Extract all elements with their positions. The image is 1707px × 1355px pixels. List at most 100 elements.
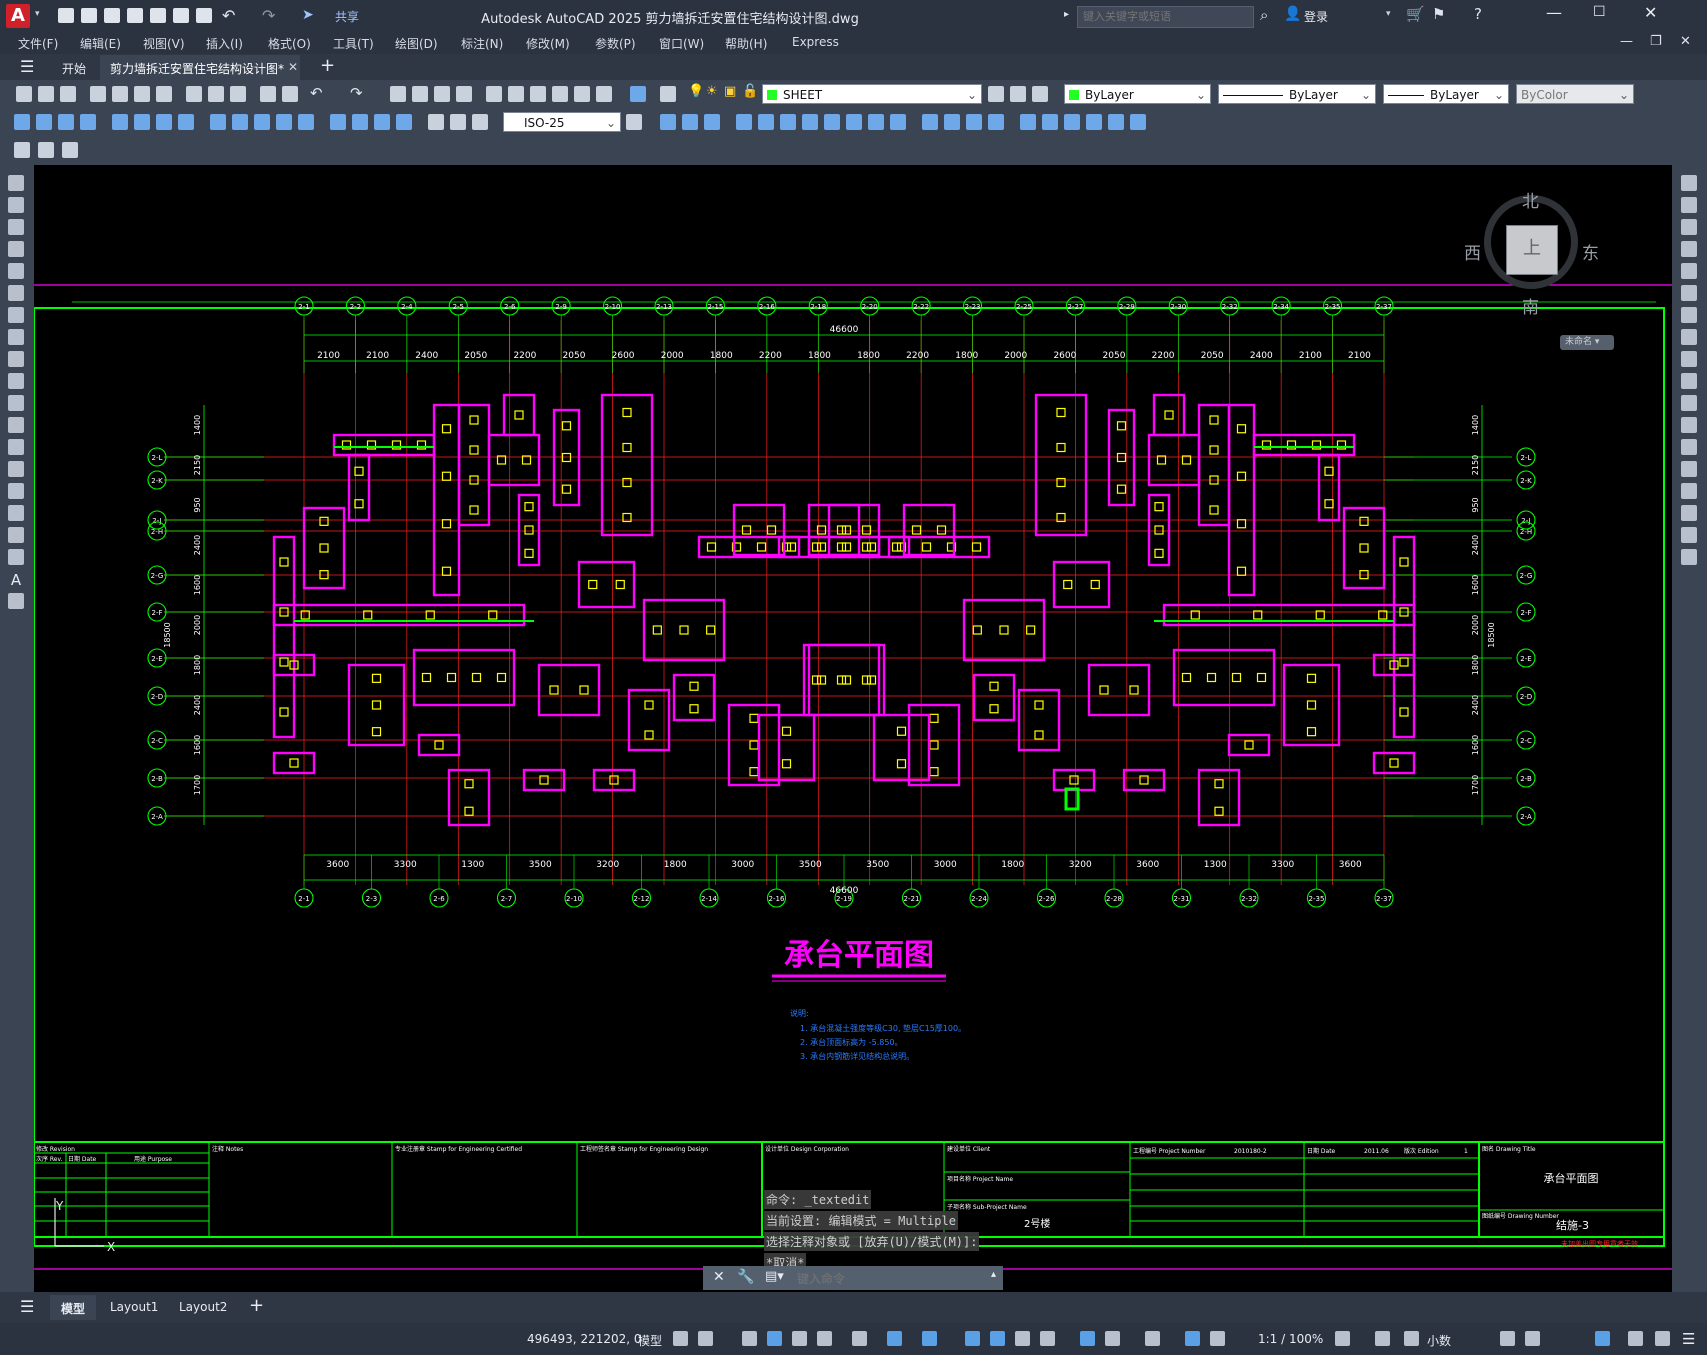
tab-start[interactable]: 开始	[62, 60, 86, 77]
units-dropdown[interactable]: 小数	[1427, 1332, 1451, 1349]
menu-dimension[interactable]: 标注(N)	[461, 35, 503, 52]
command-recent-icon[interactable]: ▤▾	[765, 1269, 784, 1284]
hamburger-menu-icon[interactable]: ☰	[20, 57, 34, 76]
command-customize-icon[interactable]: 🔧	[737, 1269, 754, 1285]
ucs-view-icon[interactable]	[780, 114, 796, 130]
ucs-world-icon[interactable]	[682, 114, 698, 130]
ucs-apply-icon[interactable]	[944, 114, 960, 130]
pan-icon[interactable]	[390, 86, 406, 102]
lock-ui-icon[interactable]	[1525, 1331, 1540, 1346]
menu-window[interactable]: 窗口(W)	[659, 35, 704, 52]
minimize-button[interactable]: —	[1546, 3, 1562, 22]
viewcube[interactable]: 上 北 南 西 东	[1464, 187, 1599, 318]
menu-format[interactable]: 格式(O)	[268, 35, 311, 52]
color-dropdown[interactable]: ByLayer ⌄	[1064, 84, 1211, 104]
hatch-tool-icon[interactable]	[8, 483, 24, 499]
aligned-dim-icon[interactable]	[36, 114, 52, 130]
menu-modify[interactable]: 修改(M)	[526, 35, 570, 52]
tab-layout2[interactable]: Layout2	[179, 1300, 227, 1314]
publish-toolbar-icon[interactable]	[134, 86, 150, 102]
paste-icon[interactable]	[230, 86, 246, 102]
layer-state-icon[interactable]	[1032, 86, 1048, 102]
object-snap-tracking-icon[interactable]	[887, 1331, 902, 1346]
layer-properties-icon[interactable]	[660, 86, 676, 102]
break-point-tool-icon[interactable]	[1681, 417, 1697, 433]
spline-tool-icon[interactable]	[8, 351, 24, 367]
help-toolbar-icon[interactable]	[630, 86, 646, 102]
customization-menu-icon[interactable]: ☰	[1682, 1330, 1695, 1348]
properties-icon[interactable]	[486, 86, 502, 102]
menu-file[interactable]: 文件(F)	[18, 35, 58, 52]
ucs-x-icon[interactable]	[868, 114, 884, 130]
chamfer-tool-icon[interactable]	[1681, 483, 1697, 499]
command-input[interactable]	[795, 1268, 999, 1290]
tab-close-icon[interactable]: ✕	[288, 60, 298, 74]
ucs-origin-icon[interactable]	[802, 114, 818, 130]
lineweight-toggle-icon[interactable]	[965, 1331, 980, 1346]
inspect-icon[interactable]	[374, 114, 390, 130]
circle-tool-icon[interactable]	[8, 307, 24, 323]
polygon-tool-icon[interactable]	[8, 241, 24, 257]
baseline-dim-icon[interactable]	[232, 114, 248, 130]
annotation-visibility-icon[interactable]	[1185, 1331, 1200, 1346]
region-tool-icon[interactable]	[8, 527, 24, 543]
ucs-3point-icon[interactable]	[846, 114, 862, 130]
ucs-zaxis-icon[interactable]	[824, 114, 840, 130]
user-icon[interactable]: 👤	[1284, 6, 1301, 22]
offset-tool-icon[interactable]	[1681, 241, 1697, 257]
redo-toolbar-icon[interactable]: ↷	[350, 84, 363, 102]
selection-filter-icon[interactable]	[1105, 1331, 1120, 1346]
tab-current-drawing[interactable]: 剪力墙拆迁安置住宅结构设计图* ✕	[100, 55, 300, 80]
viewcube-face[interactable]: 上	[1506, 225, 1558, 275]
isolate-objects-icon[interactable]	[1595, 1331, 1610, 1346]
explode-tool-icon[interactable]	[1681, 549, 1697, 565]
zoom-previous-icon[interactable]	[456, 86, 472, 102]
calculator-icon[interactable]	[596, 86, 612, 102]
coordinates-display[interactable]: 496493, 221202, 0	[527, 1332, 642, 1346]
isodraft-icon[interactable]	[852, 1331, 867, 1346]
doc-close-button[interactable]: ✕	[1680, 34, 1691, 49]
ucs-previous-icon[interactable]	[704, 114, 720, 130]
arc-length-dim-icon[interactable]	[58, 114, 74, 130]
jogged-dim-icon[interactable]	[134, 114, 150, 130]
ucs-face-icon[interactable]	[736, 114, 752, 130]
dimstyle-dropdown[interactable]: ISO-25 ⌄	[503, 112, 621, 132]
copy-tool-icon[interactable]	[1681, 197, 1697, 213]
polyline-tool-icon[interactable]	[8, 219, 24, 235]
ucs-z-icon[interactable]	[922, 114, 938, 130]
point-tool-icon[interactable]	[8, 461, 24, 477]
signin-button[interactable]: 登录	[1304, 8, 1328, 25]
linear-dim-icon[interactable]	[14, 114, 30, 130]
continue-dim-icon[interactable]	[254, 114, 270, 130]
clean-screen-icon[interactable]	[1655, 1331, 1670, 1346]
rotate-tool-icon[interactable]	[1681, 307, 1697, 323]
add-layout-button[interactable]: +	[249, 1295, 264, 1316]
dim-style-manager-icon[interactable]	[626, 114, 642, 130]
join-tool-icon[interactable]	[1681, 461, 1697, 477]
radius-dim-icon[interactable]	[112, 114, 128, 130]
tolerance-icon[interactable]	[330, 114, 346, 130]
center-mark-icon[interactable]	[352, 114, 368, 130]
cart-icon[interactable]: 🛒	[1406, 5, 1425, 23]
new-tab-button[interactable]: +	[320, 55, 335, 76]
block-editor-icon[interactable]	[282, 86, 298, 102]
linetype-dropdown[interactable]: ByLayer ⌄	[1218, 84, 1376, 104]
annotation-monitor-icon[interactable]	[1375, 1331, 1390, 1346]
layer-thaw-icon[interactable]: ☀	[706, 84, 718, 99]
help-icon[interactable]: ?	[1474, 5, 1482, 23]
match-properties-icon[interactable]	[260, 86, 276, 102]
gizmo-icon[interactable]	[1145, 1331, 1160, 1346]
ucs-icon[interactable]	[660, 114, 676, 130]
search-icon[interactable]: ⌕	[1260, 6, 1268, 24]
viewport-lock-icon[interactable]	[1130, 114, 1146, 130]
plot-icon[interactable]	[90, 86, 106, 102]
line-tool-icon[interactable]	[8, 175, 24, 191]
revcloud-tool-icon[interactable]	[8, 329, 24, 345]
xref-icon[interactable]	[62, 142, 78, 158]
doc-restore-button[interactable]: ❐	[1650, 34, 1662, 49]
dynamic-ucs-icon[interactable]	[1080, 1331, 1095, 1346]
units-icon[interactable]	[1404, 1331, 1419, 1346]
jogged-linear-icon[interactable]	[396, 114, 412, 130]
grid-toggle-icon[interactable]	[673, 1331, 688, 1346]
ellipse-arc-tool-icon[interactable]	[8, 395, 24, 411]
